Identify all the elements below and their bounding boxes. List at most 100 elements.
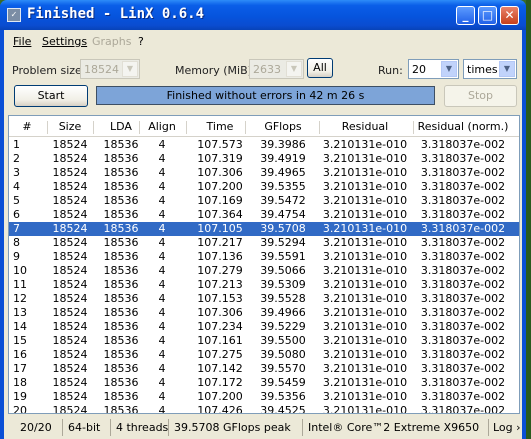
title-bar[interactable]: ✓ Finished - LinX 0.6.4 _ □ ✕ bbox=[0, 0, 526, 30]
table-row[interactable]: 2 18524 18536 4 107.319 39.4919 3.210131e-010 3… bbox=[9, 152, 519, 166]
row-index: 16 bbox=[13, 348, 27, 361]
table-row[interactable]: 15 18524 18536 4 107.161 39.5500 3.210131e-010… bbox=[9, 334, 519, 348]
table-row[interactable]: 10 18524 18536 4 107.279 39.5066 3.210131e-010… bbox=[9, 264, 519, 278]
row-residual: 3.210131e-010 bbox=[322, 306, 408, 319]
status-bar: 20/20 64-bit 4 threads 39.5708 GFlops pe… bbox=[4, 416, 522, 439]
row-size: 18524 bbox=[52, 320, 88, 333]
table-row[interactable]: 18 18524 18536 4 107.172 39.5459 3.210131e-010… bbox=[9, 376, 519, 390]
header-residual[interactable]: Residual bbox=[319, 119, 411, 136]
row-align: 4 bbox=[158, 180, 166, 193]
table-row[interactable]: 8 18524 18536 4 107.217 39.5294 3.210131e-010 3… bbox=[9, 236, 519, 250]
row-gflops: 39.5708 bbox=[260, 222, 306, 235]
row-size: 18524 bbox=[52, 180, 88, 193]
column-divider bbox=[186, 121, 187, 134]
row-residual: 3.210131e-010 bbox=[322, 376, 408, 389]
app-window: ✓ Finished - LinX 0.6.4 _ □ ✕ File Setti… bbox=[0, 0, 526, 439]
row-residual: 3.210131e-010 bbox=[322, 404, 408, 414]
all-memory-button[interactable]: All bbox=[307, 58, 333, 78]
minimize-button[interactable]: _ bbox=[456, 6, 475, 25]
row-residual: 3.210131e-010 bbox=[322, 348, 408, 361]
menu-graphs[interactable]: Graphs bbox=[92, 35, 131, 48]
menu-file[interactable]: File bbox=[13, 35, 31, 48]
table-row[interactable]: 1 18524 18536 4 107.573 39.3986 3.210131e-010 3… bbox=[9, 138, 519, 152]
table-row[interactable]: 19 18524 18536 4 107.200 39.5356 3.210131e-010… bbox=[9, 390, 519, 404]
table-row[interactable]: 17 18524 18536 4 107.142 39.5570 3.210131e-010… bbox=[9, 362, 519, 376]
close-button[interactable]: ✕ bbox=[500, 6, 519, 25]
column-divider bbox=[139, 121, 140, 134]
table-row[interactable]: 9 18524 18536 4 107.136 39.5591 3.210131e-010 3… bbox=[9, 250, 519, 264]
table-row[interactable]: 7 18524 18536 4 107.105 39.5708 3.210131e-010 3… bbox=[9, 222, 519, 236]
row-align: 4 bbox=[158, 334, 166, 347]
header-size[interactable]: Size bbox=[39, 119, 101, 136]
row-size: 18524 bbox=[52, 166, 88, 179]
table-row[interactable]: 5 18524 18536 4 107.169 39.5472 3.210131e-010 3… bbox=[9, 194, 519, 208]
table-row[interactable]: 14 18524 18536 4 107.234 39.5229 3.210131e-010… bbox=[9, 320, 519, 334]
header-gflops[interactable]: GFlops bbox=[245, 119, 321, 136]
header-index[interactable]: # bbox=[13, 119, 41, 136]
row-align: 4 bbox=[158, 166, 166, 179]
maximize-button[interactable]: □ bbox=[478, 6, 497, 25]
table-row[interactable]: 4 18524 18536 4 107.200 39.5355 3.210131e-010 3… bbox=[9, 180, 519, 194]
row-size: 18524 bbox=[52, 194, 88, 207]
row-residual: 3.210131e-010 bbox=[322, 236, 408, 249]
start-button[interactable]: Start bbox=[14, 85, 88, 107]
table-row[interactable]: 11 18524 18536 4 107.213 39.5309 3.210131e-010… bbox=[9, 278, 519, 292]
column-divider bbox=[319, 121, 320, 134]
row-size: 18524 bbox=[52, 404, 88, 414]
table-row[interactable]: 16 18524 18536 4 107.275 39.5080 3.210131e-010… bbox=[9, 348, 519, 362]
menu-help[interactable]: ? bbox=[138, 35, 144, 48]
memory-combo[interactable]: 2633 ▼ bbox=[249, 59, 304, 79]
row-size: 18524 bbox=[52, 152, 88, 165]
row-residual-norm: 3.318037e-002 bbox=[420, 250, 506, 263]
row-residual-norm: 3.318037e-002 bbox=[420, 166, 506, 179]
results-table[interactable]: # Size LDA Align Time GFlops Residual Re… bbox=[8, 115, 520, 414]
row-residual-norm: 3.318037e-002 bbox=[420, 390, 506, 403]
run-unit-combo[interactable]: times ▼ bbox=[463, 59, 517, 79]
row-align: 4 bbox=[158, 236, 166, 249]
row-residual: 3.210131e-010 bbox=[322, 250, 408, 263]
app-icon: ✓ bbox=[7, 8, 21, 22]
row-residual-norm: 3.318037e-002 bbox=[420, 236, 506, 249]
row-index: 13 bbox=[13, 306, 27, 319]
row-index: 7 bbox=[13, 222, 20, 235]
threads-label: 4 threads bbox=[110, 419, 168, 436]
row-gflops: 39.5500 bbox=[260, 334, 306, 347]
header-align[interactable]: Align bbox=[138, 119, 186, 136]
run-progress: 20/20 bbox=[20, 421, 52, 434]
row-residual-norm: 3.318037e-002 bbox=[420, 264, 506, 277]
row-size: 18524 bbox=[52, 306, 88, 319]
column-divider bbox=[47, 121, 48, 134]
row-align: 4 bbox=[158, 278, 166, 291]
problem-size-combo[interactable]: 18524 ▼ bbox=[80, 59, 140, 79]
status-message: Finished without errors in 42 m 26 s bbox=[96, 86, 435, 105]
menu-settings[interactable]: Settings bbox=[42, 35, 87, 48]
row-gflops: 39.5355 bbox=[260, 180, 306, 193]
header-residual-norm[interactable]: Residual (norm.) bbox=[413, 119, 513, 136]
row-align: 4 bbox=[158, 320, 166, 333]
row-size: 18524 bbox=[52, 390, 88, 403]
table-row[interactable]: 6 18524 18536 4 107.364 39.4754 3.210131e-010 3… bbox=[9, 208, 519, 222]
column-divider bbox=[413, 121, 414, 134]
row-residual: 3.210131e-010 bbox=[322, 362, 408, 375]
table-row[interactable]: 20 18524 18536 4 107.426 39.4525 3.210131e-010… bbox=[9, 404, 519, 414]
row-size: 18524 bbox=[52, 208, 88, 221]
row-index: 12 bbox=[13, 292, 27, 305]
row-residual-norm: 3.318037e-002 bbox=[420, 194, 506, 207]
row-residual: 3.210131e-010 bbox=[322, 320, 408, 333]
stop-button[interactable]: Stop bbox=[444, 85, 517, 107]
row-index: 17 bbox=[13, 362, 27, 375]
row-residual-norm: 3.318037e-002 bbox=[420, 320, 506, 333]
table-row[interactable]: 12 18524 18536 4 107.153 39.5528 3.210131e-010… bbox=[9, 292, 519, 306]
log-button[interactable]: Log › bbox=[488, 419, 522, 436]
table-row[interactable]: 13 18524 18536 4 107.306 39.4966 3.210131e-010… bbox=[9, 306, 519, 320]
row-gflops: 39.5309 bbox=[260, 278, 306, 291]
row-index: 19 bbox=[13, 390, 27, 403]
row-residual-norm: 3.318037e-002 bbox=[420, 334, 506, 347]
row-residual-norm: 3.318037e-002 bbox=[420, 152, 506, 165]
row-residual: 3.210131e-010 bbox=[322, 292, 408, 305]
row-gflops: 39.4754 bbox=[260, 208, 306, 221]
row-size: 18524 bbox=[52, 292, 88, 305]
run-count-combo[interactable]: 20 ▼ bbox=[408, 59, 459, 79]
table-row[interactable]: 3 18524 18536 4 107.306 39.4965 3.210131e-010 3… bbox=[9, 166, 519, 180]
run-label: Run: bbox=[378, 64, 403, 77]
